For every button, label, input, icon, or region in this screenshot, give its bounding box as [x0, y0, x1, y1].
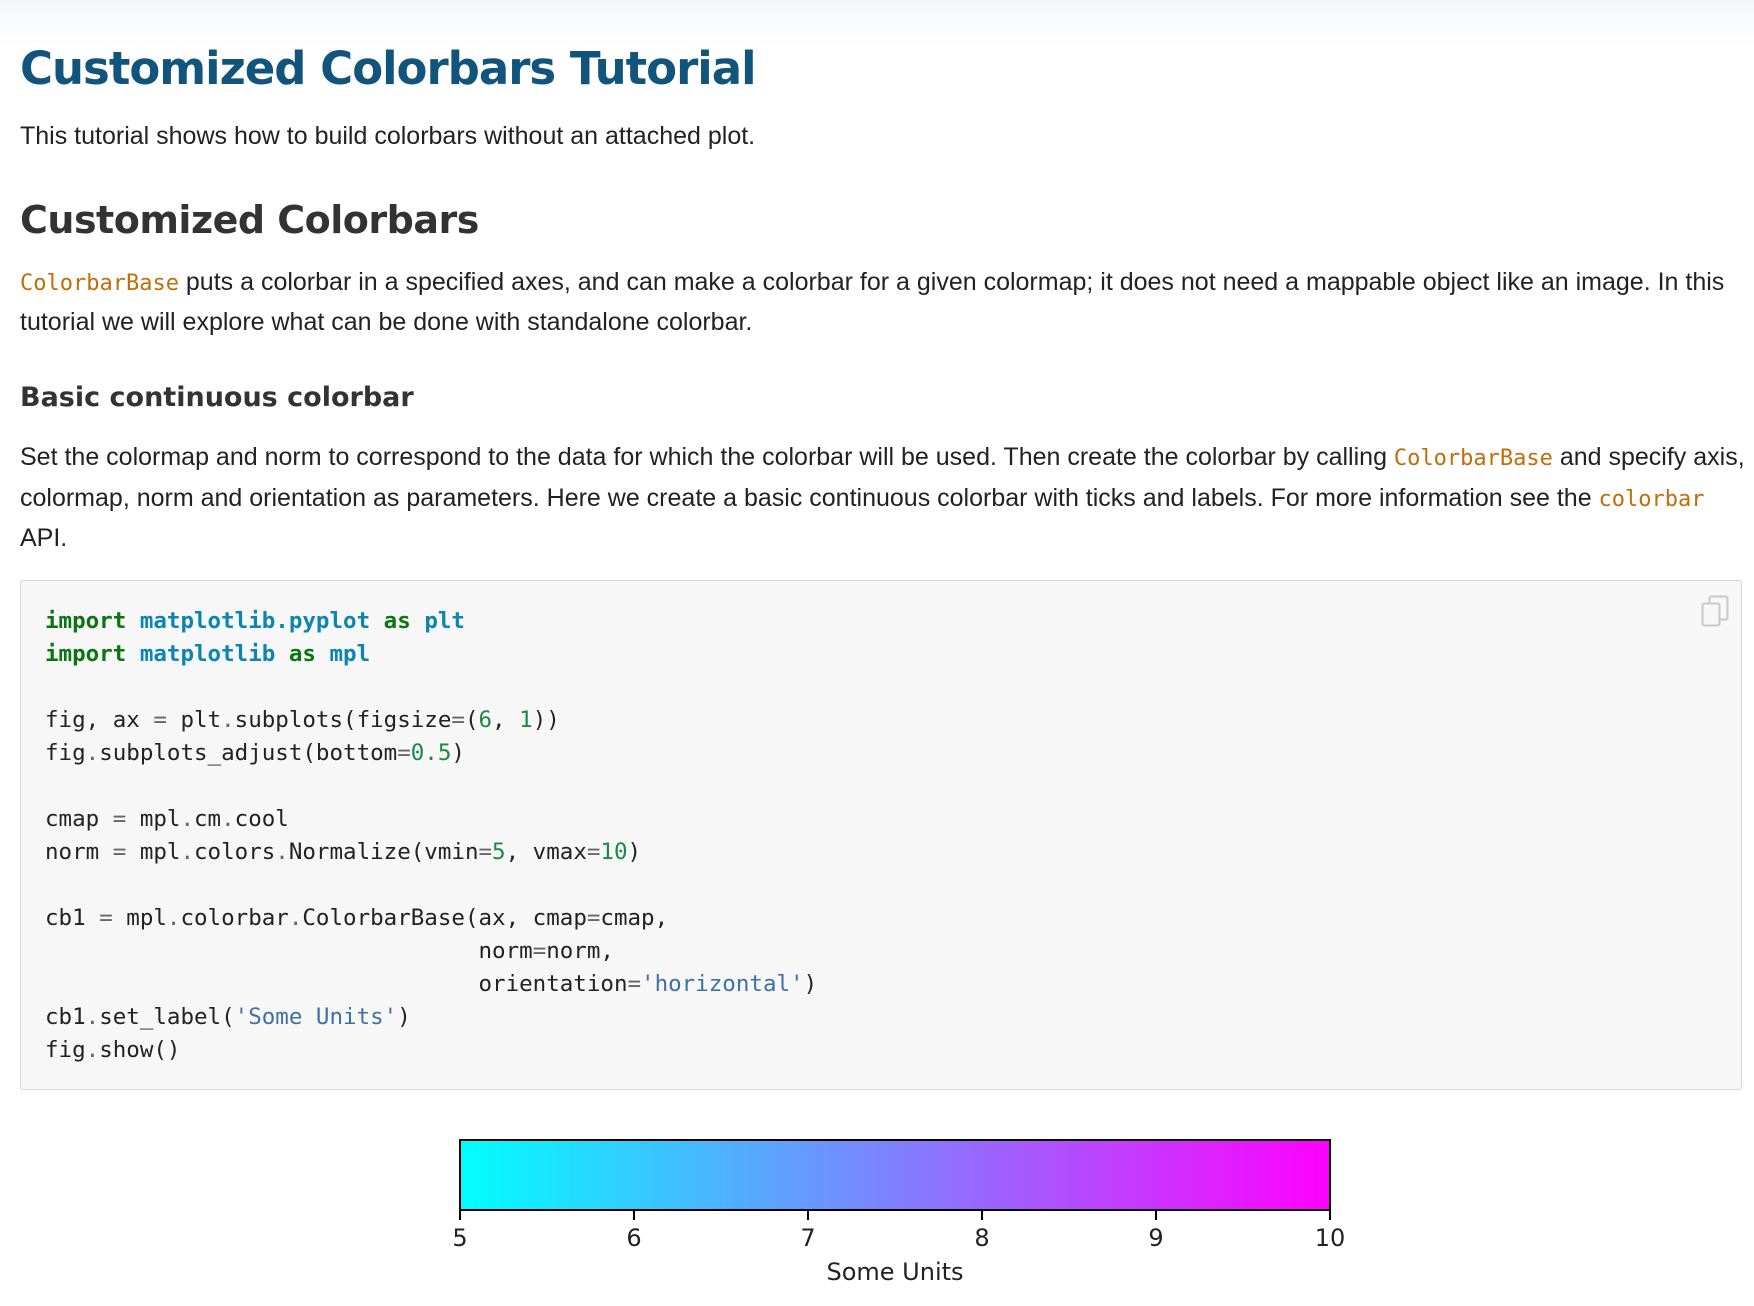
subsection-heading: Basic continuous colorbar: [20, 382, 414, 413]
code-line: import matplotlib.pyplot as plt: [45, 608, 465, 634]
code-line: import matplotlib as mpl: [45, 641, 371, 667]
subsection-paragraph: Set the colormap and norm to correspond …: [20, 438, 1750, 559]
colorbar-chart: 5 6 7 8 9 10 Some Units: [452, 1139, 1346, 1286]
code-line: fig, ax = plt.subplots(figsize=(6, 1)): [45, 707, 560, 733]
colorbar-figure: 5 6 7 8 9 10 Some Units: [20, 1120, 1742, 1306]
code-line: cb1.set_label('Some Units'): [45, 1004, 411, 1030]
section-paragraph-text: puts a colorbar in a specified axes, and…: [20, 268, 1725, 336]
subsection-text-3: API.: [20, 524, 68, 552]
colorbar-tick-label: 10: [1315, 1224, 1346, 1252]
colorbarbase-link-2[interactable]: ColorbarBase: [1394, 446, 1553, 471]
copy-icon[interactable]: [1701, 595, 1729, 629]
page-title: Customized Colorbars Tutorial: [20, 42, 756, 95]
colorbarbase-link[interactable]: ColorbarBase: [20, 271, 179, 296]
code-line: cmap = mpl.cm.cool: [45, 806, 289, 832]
intro-paragraph: This tutorial shows how to build colorba…: [20, 122, 756, 150]
colorbar-gradient: [459, 1139, 1331, 1211]
colorbar-api-link[interactable]: colorbar: [1599, 487, 1705, 512]
code-content: import matplotlib.pyplot as plt import m…: [45, 605, 817, 1067]
colorbar-axis-label: Some Units: [826, 1258, 963, 1286]
colorbar-tick-label: 7: [800, 1224, 815, 1252]
subsection-text-1: Set the colormap and norm to correspond …: [20, 443, 1394, 471]
code-line: fig.subplots_adjust(bottom=0.5): [45, 740, 465, 766]
colorbar-tick-label: 6: [626, 1224, 641, 1252]
top-fade: [0, 0, 1754, 48]
code-line: norm = mpl.colors.Normalize(vmin=5, vmax…: [45, 839, 642, 865]
code-line: fig.show(): [45, 1037, 181, 1063]
section-paragraph: ColorbarBase puts a colorbar in a specif…: [20, 263, 1750, 342]
code-block[interactable]: import matplotlib.pyplot as plt import m…: [20, 580, 1742, 1090]
section-heading: Customized Colorbars: [20, 198, 479, 242]
colorbar-tick-label: 9: [1148, 1224, 1163, 1252]
code-line: norm=norm,: [45, 938, 614, 964]
code-line: orientation='horizontal'): [45, 971, 818, 997]
colorbar-tick-label: 8: [974, 1224, 989, 1252]
colorbar-tick-label: 5: [452, 1224, 467, 1252]
code-line: cb1 = mpl.colorbar.ColorbarBase(ax, cmap…: [45, 905, 669, 931]
